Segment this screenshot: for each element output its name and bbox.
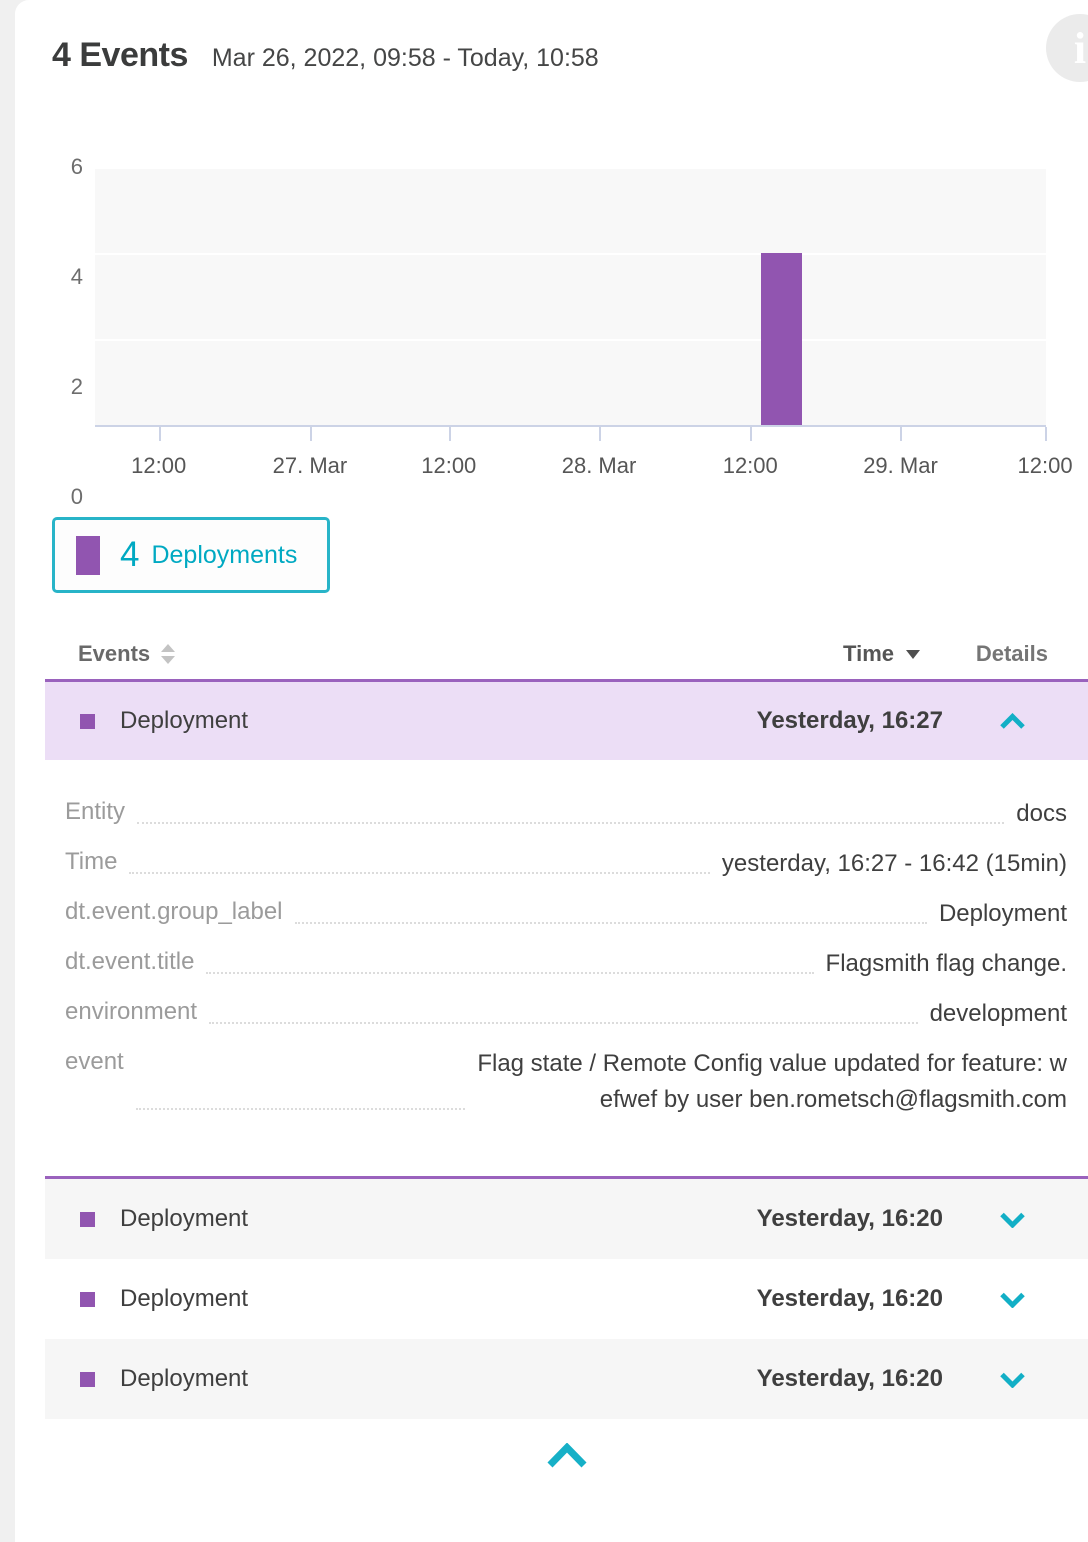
detail-label: dt.event.group_label <box>65 896 283 932</box>
table-row-deployment[interactable]: Deployment Yesterday, 16:20 <box>45 1339 1088 1419</box>
detail-row: Entity docs <box>65 796 1067 832</box>
detail-row: dt.event.title Flagsmith flag change. <box>65 946 1067 982</box>
gridline <box>95 253 1046 255</box>
x-axis-tick-mark <box>310 427 312 441</box>
event-type-label: Deployment <box>120 1285 757 1313</box>
detail-value: development <box>930 996 1067 1032</box>
detail-label: Entity <box>65 796 125 832</box>
x-axis-tick-mark <box>449 427 451 441</box>
event-time-label: Yesterday, 16:20 <box>757 1205 943 1233</box>
detail-label: dt.event.title <box>65 946 194 982</box>
panel-header: 4 Events Mar 26, 2022, 09:58 - Today, 10… <box>15 0 1088 75</box>
column-header-time[interactable]: Time <box>843 641 920 667</box>
y-axis-tick: 4 <box>33 264 83 290</box>
detail-row: dt.event.group_label Deployment <box>65 896 1067 932</box>
dotted-leader <box>137 822 1004 824</box>
table-row-deployment[interactable]: Deployment Yesterday, 16:20 <box>45 1179 1088 1259</box>
collapse-panel-chevron-up-icon[interactable] <box>545 1443 589 1469</box>
sort-desc-icon <box>906 650 920 659</box>
column-header-details: Details <box>958 641 1048 667</box>
event-time-label: Yesterday, 16:27 <box>757 707 943 735</box>
event-time-label: Yesterday, 16:20 <box>757 1285 943 1313</box>
column-header-events[interactable]: Events <box>78 641 843 667</box>
table-row-deployment-expanded[interactable]: Deployment Yesterday, 16:27 <box>45 682 1088 760</box>
events-column-label: Events <box>78 641 150 667</box>
table-rows: Deployment Yesterday, 16:27 Entity docs … <box>45 679 1088 1474</box>
event-type-label: Deployment <box>120 1365 757 1393</box>
table-footer <box>45 1443 1088 1474</box>
chart-plot-area <box>95 167 1046 427</box>
deployment-event-icon <box>80 714 95 729</box>
detail-row: environment development <box>65 996 1067 1032</box>
detail-label: Time <box>65 846 117 882</box>
time-column-label: Time <box>843 641 894 667</box>
chart-bar[interactable] <box>761 253 802 425</box>
table-header: Events Time Details <box>15 629 1088 679</box>
x-axis-tick-mark <box>900 427 902 441</box>
detail-row: Time yesterday, 16:27 - 16:42 (15min) <box>65 846 1067 882</box>
deployment-swatch <box>76 536 100 575</box>
x-axis-tick-mark <box>599 427 601 441</box>
gridline <box>95 339 1046 341</box>
detail-value: Deployment <box>939 896 1067 932</box>
expanded-event-block: Deployment Yesterday, 16:27 Entity docs … <box>45 679 1088 1179</box>
y-axis-tick: 2 <box>33 374 83 400</box>
events-chart: 6 4 2 0 12:00 27. Mar 12:00 28. Mar 12:0… <box>95 167 1046 497</box>
gridline <box>95 167 1046 169</box>
x-axis-label: 12:00 <box>131 453 186 479</box>
x-axis-tick-mark <box>159 427 161 441</box>
dotted-leader <box>209 1022 917 1024</box>
legend-count: 4 <box>120 535 139 575</box>
dotted-leader <box>206 972 813 974</box>
chevron-up-icon[interactable] <box>999 713 1026 730</box>
event-time-label: Yesterday, 16:20 <box>757 1365 943 1393</box>
detail-label: environment <box>65 996 197 1032</box>
detail-row: event Flag state / Remote Config value u… <box>65 1046 1067 1118</box>
y-axis-tick: 6 <box>33 154 83 180</box>
chevron-down-icon[interactable] <box>999 1291 1026 1308</box>
x-axis-label: 12:00 <box>421 453 476 479</box>
x-axis-label: 28. Mar <box>562 453 637 479</box>
legend-label: Deployments <box>151 541 297 570</box>
x-axis-label: 29. Mar <box>863 453 938 479</box>
deployment-event-icon <box>80 1212 95 1227</box>
events-table: Events Time Details Deployment Yesterday… <box>15 629 1088 1474</box>
table-row-deployment[interactable]: Deployment Yesterday, 16:20 <box>45 1259 1088 1339</box>
detail-value: Flagsmith flag change. <box>826 946 1067 982</box>
sort-icon <box>161 644 175 664</box>
event-type-label: Deployment <box>120 1205 757 1233</box>
timeframe-label: Mar 26, 2022, 09:58 - Today, 10:58 <box>212 44 599 73</box>
x-axis-tick-mark <box>1045 427 1047 441</box>
events-panel: i 4 Events Mar 26, 2022, 09:58 - Today, … <box>15 0 1088 1542</box>
deployment-event-icon <box>80 1372 95 1387</box>
deployment-event-icon <box>80 1292 95 1307</box>
event-type-label: Deployment <box>120 707 757 735</box>
x-axis-label: 12:00 <box>723 453 778 479</box>
dotted-leader <box>295 922 927 924</box>
chevron-down-icon[interactable] <box>999 1371 1026 1388</box>
dotted-leader <box>129 872 709 874</box>
detail-value: yesterday, 16:27 - 16:42 (15min) <box>722 846 1067 882</box>
x-axis-label: 12:00 <box>1018 453 1073 479</box>
event-details-panel: Entity docs Time yesterday, 16:27 - 16:4… <box>45 760 1088 1176</box>
page-title: 4 Events <box>52 36 188 75</box>
x-axis-tick-mark <box>750 427 752 441</box>
x-axis-label: 27. Mar <box>273 453 348 479</box>
chevron-down-icon[interactable] <box>999 1211 1026 1228</box>
detail-value: docs <box>1016 796 1067 832</box>
legend-deployments-button[interactable]: 4 Deployments <box>52 517 330 593</box>
dotted-leader <box>136 1108 465 1110</box>
detail-value: Flag state / Remote Config value updated… <box>477 1046 1067 1118</box>
detail-label: event <box>65 1046 124 1118</box>
y-axis-tick: 0 <box>33 484 83 510</box>
